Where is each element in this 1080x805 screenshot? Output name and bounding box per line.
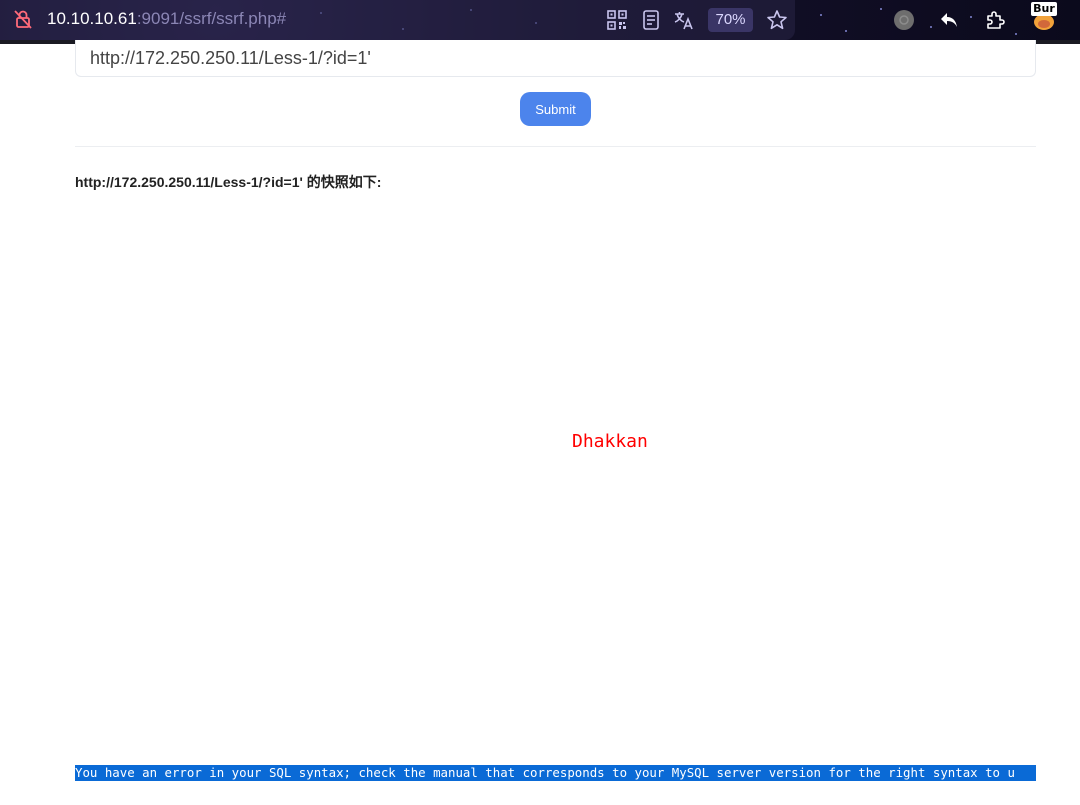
burp-extension-icon[interactable]: Bur bbox=[1031, 2, 1057, 32]
content-divider bbox=[75, 146, 1036, 147]
back-arrow-icon[interactable] bbox=[937, 8, 961, 32]
background-star bbox=[970, 16, 972, 18]
url-path: :9091/ssrf/ssrf.php# bbox=[136, 9, 287, 28]
extension-avatar-icon[interactable] bbox=[892, 8, 916, 32]
url-host: 10.10.10.61 bbox=[47, 9, 137, 28]
bookmark-star-icon[interactable] bbox=[765, 8, 789, 32]
translate-icon[interactable] bbox=[672, 8, 696, 32]
lock-slash-icon[interactable] bbox=[12, 8, 34, 30]
background-star bbox=[820, 14, 822, 16]
snapshot-heading: http://172.250.250.11/Less-1/?id=1' 的快照如… bbox=[75, 174, 382, 190]
sql-error-message: You have an error in your SQL syntax; ch… bbox=[75, 765, 1036, 781]
qr-code-icon[interactable] bbox=[605, 8, 629, 32]
zoom-level-badge[interactable]: 70% bbox=[708, 8, 753, 32]
browser-toolbar: 10.10.10.61:9091/ssrf/ssrf.php# 70% Bur bbox=[0, 0, 1080, 40]
address-url[interactable]: 10.10.10.61:9091/ssrf/ssrf.php# bbox=[47, 9, 286, 29]
snapshot-page-title: Dhakkan bbox=[572, 431, 648, 452]
reader-mode-icon[interactable] bbox=[639, 8, 663, 32]
url-input[interactable] bbox=[75, 40, 1036, 77]
background-star bbox=[880, 8, 882, 10]
submit-button[interactable]: Submit bbox=[520, 92, 591, 126]
background-star bbox=[1015, 33, 1017, 35]
address-bar[interactable]: 10.10.10.61:9091/ssrf/ssrf.php# 70% bbox=[0, 0, 795, 40]
background-star bbox=[845, 30, 847, 32]
background-star bbox=[930, 26, 932, 28]
burp-label: Bur bbox=[1031, 2, 1057, 16]
extensions-puzzle-icon[interactable] bbox=[983, 8, 1007, 32]
